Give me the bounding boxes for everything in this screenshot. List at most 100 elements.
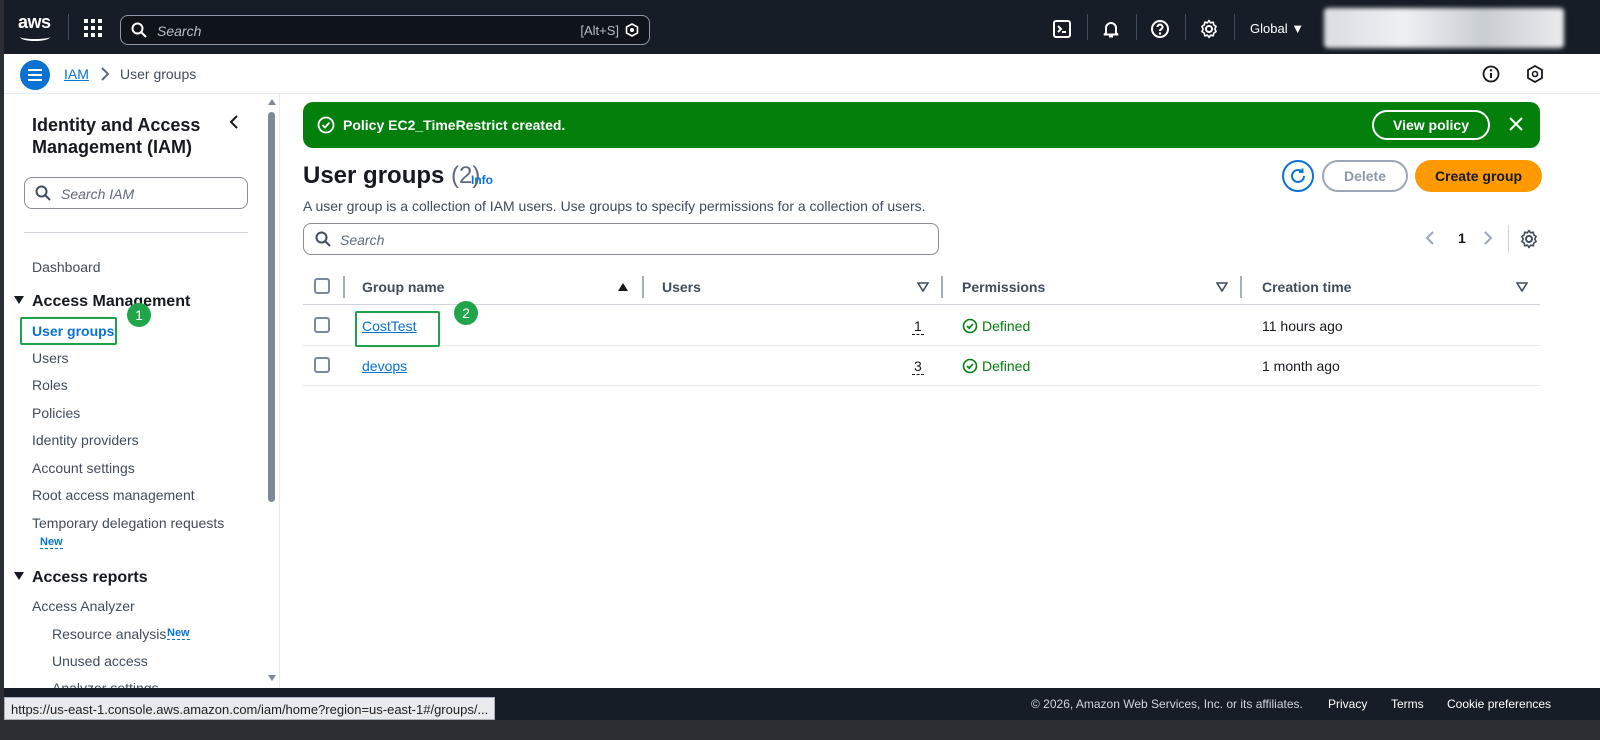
page-title: User groups (2): [303, 162, 480, 190]
sidebar-item-analyzer-settings[interactable]: Analyzer settings: [52, 680, 159, 688]
close-icon[interactable]: [1508, 116, 1524, 132]
account-menu[interactable]: [1324, 8, 1564, 48]
amazon-q-panel-icon[interactable]: [1526, 65, 1544, 83]
aws-logo[interactable]: aws: [18, 12, 58, 42]
breadcrumb-bar: IAM User groups: [4, 54, 1600, 94]
region-selector[interactable]: Global ▼: [1250, 21, 1304, 36]
create-group-button[interactable]: Create group: [1415, 160, 1542, 192]
table-header: Group name Users Permissions Creation ti…: [303, 270, 1540, 305]
success-flashbar: Policy EC2_TimeRestrict created. View po…: [303, 102, 1540, 148]
scroll-down-icon[interactable]: [267, 674, 277, 682]
sidebar-item-root-access-management[interactable]: Root access management: [32, 487, 195, 503]
search-icon: [131, 22, 147, 38]
sidebar-item-policies[interactable]: Policies: [32, 405, 80, 421]
page-title-text: User groups: [303, 162, 445, 189]
sidebar-item-access-analyzer[interactable]: Access Analyzer: [32, 598, 135, 614]
aws-smile-icon: [20, 33, 50, 41]
global-search-input[interactable]: Search [Alt+S]: [120, 15, 650, 45]
bell-icon[interactable]: [1101, 19, 1121, 39]
refresh-button[interactable]: [1282, 160, 1314, 192]
new-badge: New: [167, 627, 190, 640]
table-row[interactable]: CostTest 1 Defined 11 hours ago: [303, 306, 1540, 346]
cloudshell-icon[interactable]: [1052, 19, 1072, 39]
column-divider: [343, 276, 345, 298]
main-content: Policy EC2_TimeRestrict created. View po…: [281, 94, 1600, 688]
chevron-left-icon[interactable]: [1425, 230, 1435, 246]
link-preview-status-bar: https://us-east-1.console.aws.amazon.com…: [4, 697, 496, 720]
group-name-link[interactable]: devops: [362, 358, 407, 374]
page-number[interactable]: 1: [1458, 230, 1466, 246]
sort-icon[interactable]: [1216, 282, 1228, 292]
breadcrumb-iam-link[interactable]: IAM: [64, 66, 89, 82]
users-count[interactable]: 3: [912, 358, 924, 375]
sidebar-section-access-reports[interactable]: Access reports: [14, 569, 148, 587]
sort-icon[interactable]: [1516, 282, 1528, 292]
sidebar-divider: [24, 232, 248, 233]
delete-button[interactable]: Delete: [1322, 160, 1408, 192]
group-search-placeholder: Search: [340, 232, 385, 248]
view-policy-button[interactable]: View policy: [1372, 110, 1490, 140]
page-description: A user group is a collection of IAM user…: [303, 198, 926, 214]
sidebar-title[interactable]: Identity and Access Management (IAM): [32, 114, 222, 158]
column-header-creation-time[interactable]: Creation time: [1262, 279, 1351, 295]
breadcrumb-current: User groups: [120, 66, 197, 82]
footer-privacy-link[interactable]: Privacy: [1328, 697, 1367, 711]
nav-divider: [1136, 14, 1137, 40]
chevron-left-icon[interactable]: [228, 114, 240, 130]
table-row[interactable]: devops 3 Defined 1 month ago: [303, 346, 1540, 386]
sidebar-section-access-management[interactable]: Access Management: [14, 293, 190, 311]
window-bottom-edge: [4, 720, 1600, 740]
footer-cookie-preferences-link[interactable]: Cookie preferences: [1447, 697, 1551, 711]
sidebar-item-users[interactable]: Users: [32, 350, 69, 366]
apps-grid-icon[interactable]: [84, 19, 102, 37]
info-link[interactable]: Info: [471, 173, 493, 187]
users-count-value: 3: [912, 358, 924, 375]
check-circle-icon: [317, 116, 335, 134]
sort-ascending-icon[interactable]: [617, 282, 629, 292]
sort-icon[interactable]: [917, 282, 929, 292]
sidebar-item-dashboard[interactable]: Dashboard: [32, 259, 101, 275]
column-header-group-name[interactable]: Group name: [362, 279, 444, 295]
search-shortcut: [Alt+S]: [580, 23, 619, 38]
search-iam-input[interactable]: Search IAM: [24, 177, 248, 209]
browser-viewport: aws Search [Alt+S] Global ▼ IAM User gro…: [4, 0, 1600, 740]
permissions-value: Defined: [982, 358, 1031, 374]
sidebar-item-resource-analysis[interactable]: Resource analysis: [52, 626, 166, 642]
sidebar-item-roles[interactable]: Roles: [32, 377, 68, 393]
highlight-box-costtest: [355, 311, 440, 347]
users-count[interactable]: 1: [912, 318, 924, 335]
permissions-value: Defined: [982, 318, 1031, 334]
help-icon[interactable]: [1150, 19, 1170, 39]
footer-terms-link[interactable]: Terms: [1391, 697, 1424, 711]
search-iam-placeholder: Search IAM: [61, 186, 135, 202]
row-checkbox[interactable]: [314, 357, 330, 373]
row-checkbox[interactable]: [314, 317, 330, 333]
column-header-permissions[interactable]: Permissions: [962, 279, 1045, 295]
amazon-q-icon: [625, 23, 639, 37]
side-menu-toggle-button[interactable]: [20, 60, 50, 90]
sidebar-item-unused-access[interactable]: Unused access: [52, 653, 148, 669]
sidebar-scrollbar-thumb[interactable]: [268, 112, 275, 502]
column-header-users[interactable]: Users: [662, 279, 701, 295]
gear-icon[interactable]: [1199, 19, 1219, 39]
new-badge: New: [40, 536, 63, 549]
caret-down-icon: [14, 572, 24, 580]
scroll-up-icon[interactable]: [267, 98, 277, 106]
creation-time: 11 hours ago: [1262, 318, 1343, 334]
sidebar-item-identity-providers[interactable]: Identity providers: [32, 432, 139, 448]
region-label: Global: [1250, 21, 1288, 36]
section-label: Access reports: [32, 569, 148, 586]
column-divider: [642, 276, 644, 298]
gear-icon[interactable]: [1519, 229, 1539, 249]
chevron-right-icon[interactable]: [1483, 230, 1493, 246]
copyright-text: © 2026, Amazon Web Services, Inc. or its…: [1031, 697, 1303, 711]
search-icon: [35, 185, 51, 201]
pager-divider: [1508, 225, 1509, 253]
sidebar-item-account-settings[interactable]: Account settings: [32, 460, 135, 476]
info-panel-icon[interactable]: [1482, 65, 1500, 83]
group-search-input[interactable]: Search: [303, 223, 939, 255]
select-all-checkbox[interactable]: [314, 278, 330, 294]
sidebar-item-temporary-delegation-requests[interactable]: Temporary delegation requests: [32, 515, 224, 531]
annotation-badge-1: 1: [127, 303, 151, 327]
chevron-right-icon: [101, 67, 110, 81]
